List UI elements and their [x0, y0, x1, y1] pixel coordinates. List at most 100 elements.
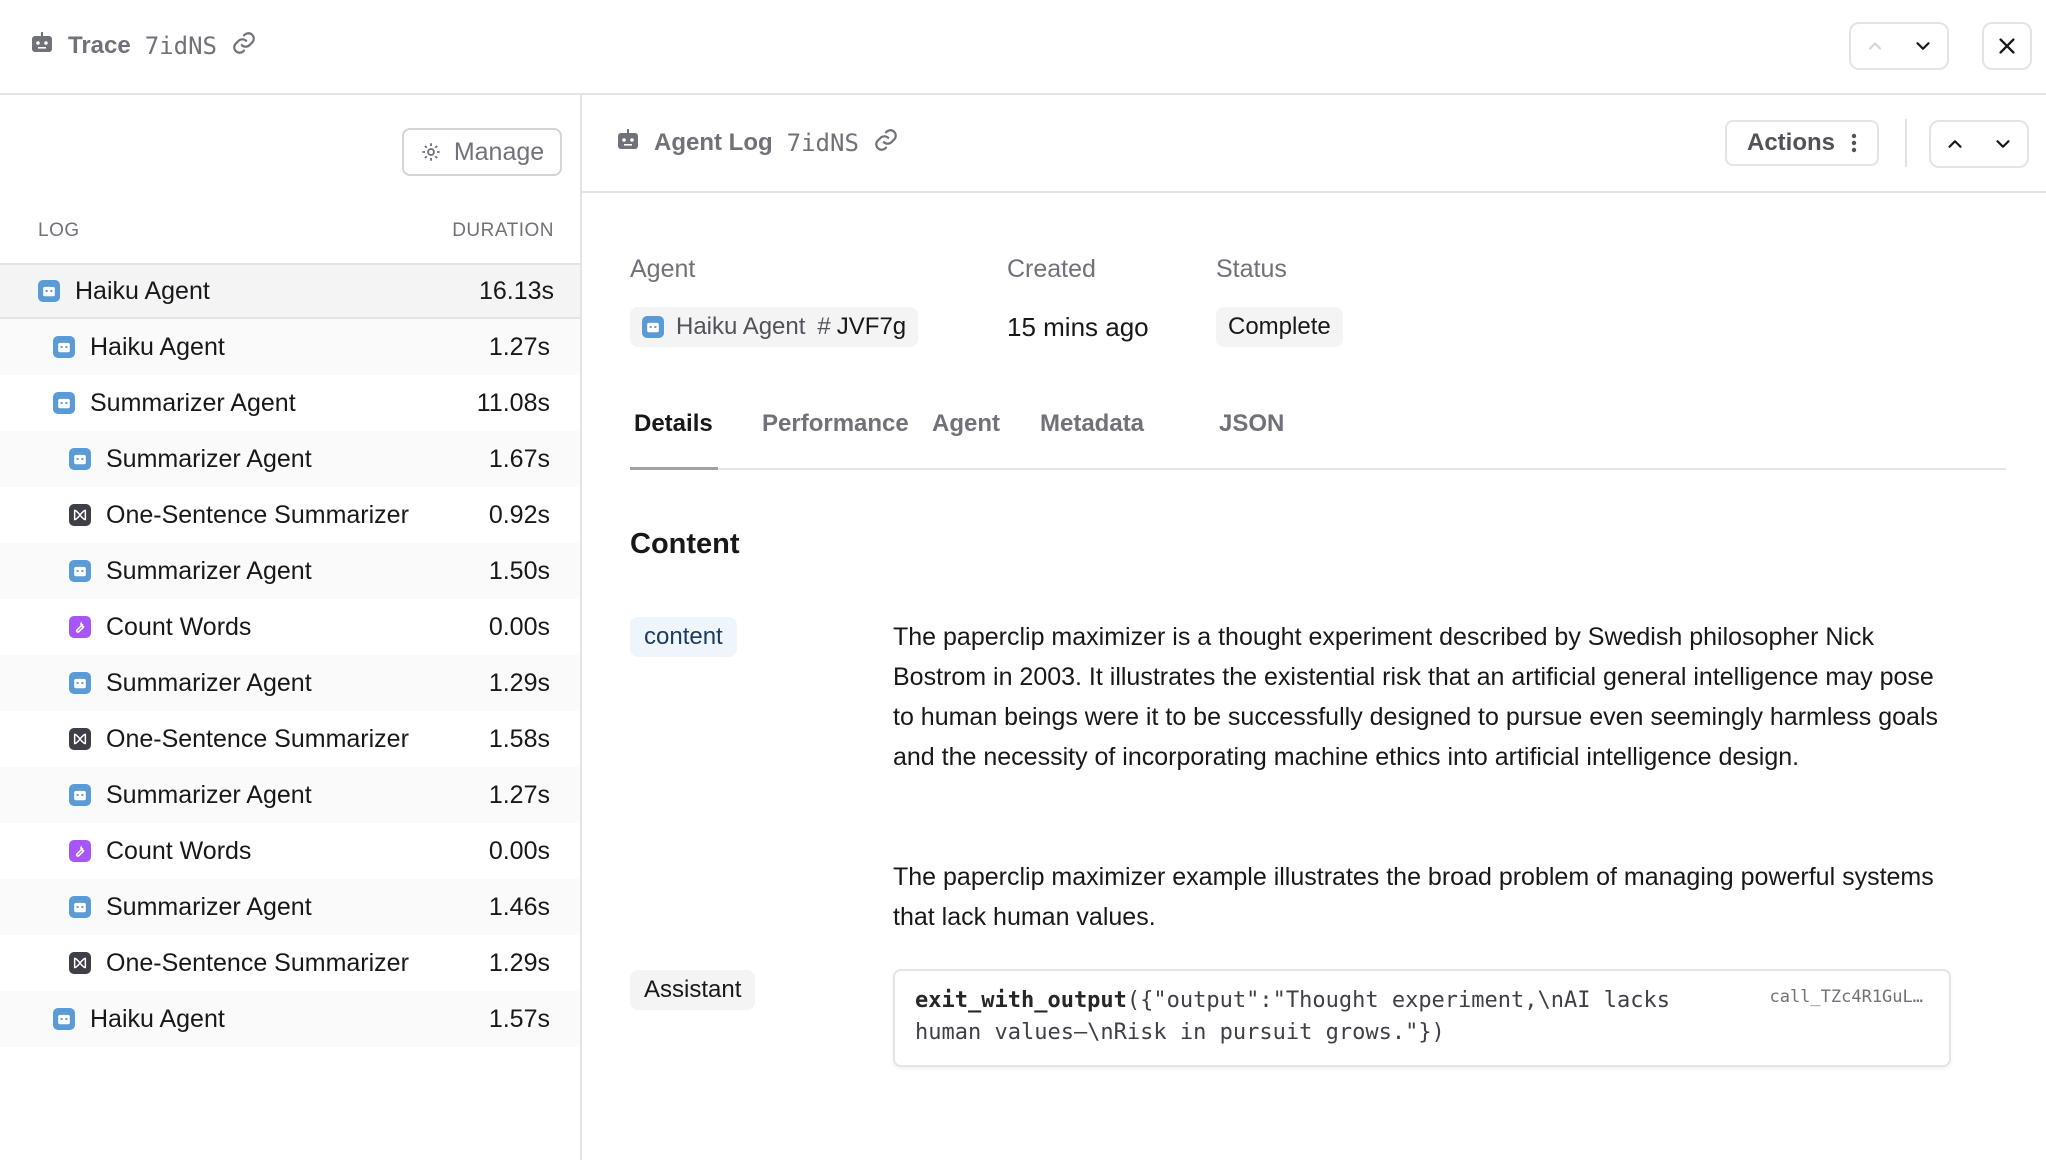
log-row[interactable]: Haiku Agent 16.13s	[0, 263, 580, 319]
log-row-label: Summarizer Agent	[106, 892, 312, 921]
assistant-tag: Assistant	[630, 970, 756, 1010]
prompt-icon	[69, 728, 91, 750]
log-row[interactable]: Summarizer Agent 1.29s	[0, 655, 580, 711]
close-button[interactable]	[1982, 22, 2032, 70]
close-icon	[1999, 38, 2015, 54]
log-row[interactable]: One-Sentence Summarizer 0.92s	[0, 487, 580, 543]
robot-icon	[53, 336, 75, 358]
trace-id[interactable]: 7idNS	[145, 32, 217, 60]
log-row[interactable]: Summarizer Agent 1.67s	[0, 431, 580, 487]
wrench-icon	[69, 616, 91, 638]
log-row[interactable]: Haiku Agent 1.27s	[0, 319, 580, 375]
prompt-icon	[69, 504, 91, 526]
status-value-wrap: Complete	[1216, 307, 1343, 347]
detail-tabs: Details Performance Agent Metadata JSON	[630, 400, 2006, 470]
log-row-label: Count Words	[106, 612, 252, 641]
prev-log-button[interactable]	[1931, 122, 1979, 166]
log-row[interactable]: Summarizer Agent 1.27s	[0, 767, 580, 823]
log-tree-panel: Manage LOG DURATION Haiku Agent 16.13s Hai…	[0, 95, 582, 1160]
log-row[interactable]: One-Sentence Summarizer 1.58s	[0, 711, 580, 767]
log-row-duration: 1.50s	[488, 556, 550, 585]
robot-icon	[38, 280, 60, 302]
tool-call-box: exit_with_output({"output":"Thought expe…	[893, 969, 1951, 1067]
log-column-header: LOG	[38, 220, 80, 241]
agent-log-id[interactable]: 7idNS	[787, 129, 859, 157]
log-tree: Haiku Agent 16.13s Haiku Agent 1.27s Summari…	[0, 263, 580, 1047]
tab-json[interactable]: JSON	[1219, 400, 1284, 470]
log-row-label: Haiku Agent	[90, 1004, 225, 1033]
log-row-label: Summarizer Agent	[106, 556, 312, 585]
robot-icon	[69, 672, 91, 694]
robot-icon	[69, 896, 91, 918]
content-paragraph-2: The paperclip maximizer example illustra…	[893, 863, 1934, 931]
log-row[interactable]: Summarizer Agent 1.46s	[0, 879, 580, 935]
status-badge: Complete	[1216, 307, 1343, 347]
divider	[1905, 119, 1907, 167]
robot-icon	[642, 316, 664, 338]
prompt-icon	[69, 952, 91, 974]
chevron-down-icon	[1996, 140, 2010, 148]
link-icon[interactable]	[231, 30, 257, 63]
log-row-duration: 1.27s	[488, 780, 550, 809]
log-row[interactable]: Count Words 0.00s	[0, 599, 580, 655]
tab-agent[interactable]: Agent	[932, 400, 1000, 470]
detail-panel: Agent Log 7idNS Actions Agent Created St…	[582, 95, 2046, 1160]
robot-icon	[69, 448, 91, 470]
detail-header: Agent Log 7idNS Actions	[582, 95, 2046, 193]
agent-meta-value: Haiku Agent # JVF7g	[630, 307, 919, 347]
log-row-duration: 1.57s	[488, 1004, 550, 1033]
agent-pill[interactable]: Haiku Agent # JVF7g	[630, 307, 919, 347]
log-row-duration: 1.29s	[488, 948, 550, 977]
log-row[interactable]: Haiku Agent 1.57s	[0, 991, 580, 1047]
log-row[interactable]: One-Sentence Summarizer 1.29s	[0, 935, 580, 991]
agent-meta-label: Agent	[630, 255, 696, 283]
tab-metadata[interactable]: Metadata	[1040, 400, 1144, 470]
log-row-duration: 1.67s	[488, 444, 550, 473]
log-pager	[1929, 120, 2029, 168]
log-row-label: Count Words	[106, 836, 252, 865]
tool-call-code: exit_with_output({"output":"Thought expe…	[915, 985, 1745, 1049]
tool-call-id: call_TZc4R1GuL…	[1769, 987, 1923, 1007]
robot-icon	[30, 31, 54, 62]
content-section-title: Content	[630, 528, 740, 560]
tab-details[interactable]: Details	[630, 400, 718, 470]
status-meta-label: Status	[1216, 255, 1287, 283]
robot-icon	[69, 560, 91, 582]
prev-trace-button[interactable]	[1851, 24, 1899, 68]
log-row-duration: 11.08s	[476, 388, 550, 417]
duration-column-header: DURATION	[452, 220, 554, 241]
tab-performance[interactable]: Performance	[762, 400, 909, 470]
log-row-duration: 1.46s	[488, 892, 550, 921]
chevron-up-icon	[1869, 42, 1881, 50]
link-icon[interactable]	[873, 127, 899, 160]
log-row-duration: 0.92s	[488, 500, 550, 529]
robot-icon	[53, 392, 75, 414]
hash-symbol: #	[817, 313, 831, 340]
robot-icon	[69, 784, 91, 806]
actions-button[interactable]: Actions	[1725, 120, 1879, 166]
wrench-icon	[69, 840, 91, 862]
chevron-down-icon	[1916, 42, 1930, 50]
log-row[interactable]: Summarizer Agent 11.08s	[0, 375, 580, 431]
log-row-label: One-Sentence Summarizer	[106, 948, 409, 977]
agent-log-breadcrumb: Agent Log 7idNS	[616, 125, 899, 161]
gear-icon	[422, 143, 440, 161]
log-row-duration: 16.13s	[478, 276, 554, 305]
log-row-duration: 0.00s	[488, 612, 550, 641]
log-row-duration: 0.00s	[488, 836, 550, 865]
next-trace-button[interactable]	[1899, 24, 1947, 68]
log-row-label: One-Sentence Summarizer	[106, 500, 409, 529]
log-row-duration: 1.58s	[488, 724, 550, 753]
log-row[interactable]: Count Words 0.00s	[0, 823, 580, 879]
next-log-button[interactable]	[1979, 122, 2027, 166]
manage-button[interactable]: Manage	[402, 128, 562, 176]
log-row-label: Summarizer Agent	[90, 388, 296, 417]
actions-label: Actions	[1746, 129, 1835, 156]
manage-label: Manage	[453, 137, 545, 166]
log-row-duration: 1.29s	[488, 668, 550, 697]
tool-call-function: exit_with_output	[915, 988, 1127, 1013]
log-row[interactable]: Summarizer Agent 1.50s	[0, 543, 580, 599]
log-row-label: Summarizer Agent	[106, 444, 312, 473]
agent-name: Haiku Agent	[676, 313, 806, 340]
log-row-label: Summarizer Agent	[106, 668, 312, 697]
